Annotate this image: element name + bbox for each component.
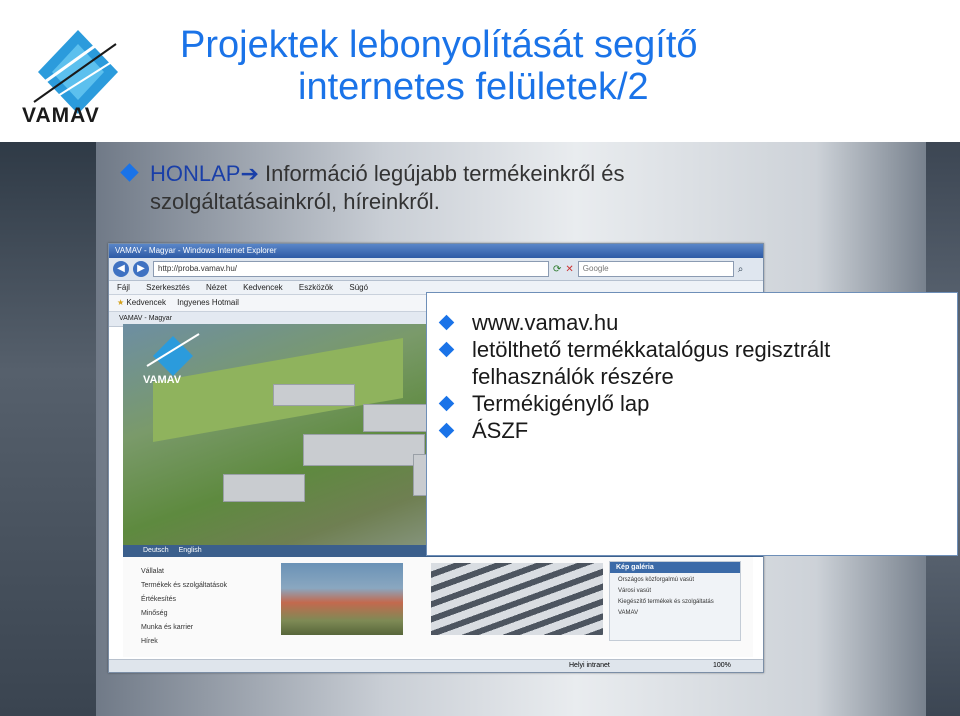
favorites-button[interactable]: Kedvencek <box>126 298 166 307</box>
site-photo-building[interactable] <box>281 563 403 635</box>
gallery-link[interactable]: Városi vasút <box>618 586 740 597</box>
headline-label: HONLAP <box>150 161 241 186</box>
overlay-item: www.vamav.hu <box>438 309 957 336</box>
browser-statusbar: Helyi intranet 100% <box>109 659 763 672</box>
overlay-item-text: Termékigénylő lap <box>472 391 650 416</box>
diamond-bullet-icon <box>438 341 455 358</box>
title-line-2-main: internetes felületek/ <box>298 66 628 108</box>
menu-item-view[interactable]: Nézet <box>206 283 227 292</box>
sidenav-item[interactable]: Értékesítés <box>141 593 227 607</box>
hero-building <box>273 384 355 406</box>
title-line-2: internetes felületek/2 <box>180 66 940 108</box>
stop-icon[interactable]: ✕ <box>565 264 573 275</box>
gallery-link[interactable]: Országos közforgalmú vasút <box>618 575 740 586</box>
site-photo-rails[interactable] <box>431 563 603 635</box>
slide: VAMAV Projektek lebonyolítását segítő in… <box>0 0 960 716</box>
overlay-item-text: letölthető termékkatalógus regisztrált f… <box>472 337 831 389</box>
diamond-bullet-icon <box>438 314 455 331</box>
overlay-item-text[interactable]: www.vamav.hu <box>472 310 618 335</box>
gallery-link[interactable]: VAMAV <box>618 608 740 619</box>
menu-item-edit[interactable]: Szerkesztés <box>146 283 190 292</box>
gallery-box: Kép galéria Országos közforgalmú vasút V… <box>609 561 741 641</box>
logo-text: VAMAV <box>22 104 100 127</box>
status-zone: Helyi intranet <box>569 662 610 669</box>
lang-deutsch[interactable]: Deutsch <box>143 547 169 554</box>
site-logo-text: VAMAV <box>143 374 182 386</box>
sidenav-item[interactable]: Termékek és szolgáltatások <box>141 579 227 593</box>
tab-vamav[interactable]: VAMAV - Magyar <box>119 315 172 322</box>
sidenav-item[interactable]: Hírek <box>141 635 227 649</box>
overlay-box: www.vamav.hu letölthető termékkatalógus … <box>426 292 958 556</box>
refresh-icon[interactable]: ⟳ <box>553 264 561 275</box>
url-field[interactable]: http://proba.vamav.hu/ <box>153 261 549 277</box>
menu-item-help[interactable]: Súgó <box>349 283 368 292</box>
site-lower-section: Vállalat Termékek és szolgáltatások Érté… <box>123 557 753 657</box>
overlay-item: letölthető termékkatalógus regisztrált f… <box>438 336 957 390</box>
diamond-bullet-icon <box>438 395 455 412</box>
gallery-header: Kép galéria <box>610 562 740 573</box>
gallery-link[interactable]: Kiegészítő termékek és szolgáltatás <box>618 597 740 608</box>
forward-icon[interactable]: ▶ <box>133 261 149 277</box>
diamond-bullet-icon <box>438 422 455 439</box>
site-sidenav: Vállalat Termékek és szolgáltatások Érté… <box>141 565 227 649</box>
sidenav-item[interactable]: Minőség <box>141 607 227 621</box>
headline-text-1: Információ legújabb termékeinkről és <box>258 161 625 186</box>
star-icon[interactable]: ★ <box>117 298 124 307</box>
search-input[interactable]: Google <box>577 261 734 277</box>
menu-item-tools[interactable]: Eszközök <box>299 283 333 292</box>
overlay-item-text: ÁSZF <box>472 418 529 443</box>
browser-addressbar: ◀ ▶ http://proba.vamav.hu/ ⟳ ✕ Google ⌕ <box>109 258 763 281</box>
site-logo-icon <box>146 333 200 376</box>
browser-titlebar: VAMAV - Magyar - Windows Internet Explor… <box>109 244 763 258</box>
fav-link-hotmail[interactable]: Ingyenes Hotmail <box>177 298 239 307</box>
overlay-item: ÁSZF <box>438 417 957 444</box>
headline-text-2: szolgáltatásainkról, híreinkről. <box>150 189 440 214</box>
title-line-2-num: 2 <box>627 66 649 108</box>
background-band-left <box>0 142 96 716</box>
search-icon[interactable]: ⌕ <box>738 264 744 275</box>
hero-building <box>303 434 425 466</box>
menu-item-file[interactable]: Fájl <box>117 283 130 292</box>
hero-building <box>223 474 305 502</box>
headline: HONLAP➔ Információ legújabb termékeinkrő… <box>120 160 910 216</box>
page-title: Projektek lebonyolítását segítő internet… <box>180 24 940 108</box>
arrow-right-icon: ➔ <box>240 161 259 186</box>
status-zoom[interactable]: 100% <box>713 660 731 672</box>
menu-item-favorites[interactable]: Kedvencek <box>243 283 283 292</box>
sidenav-item[interactable]: Vállalat <box>141 565 227 579</box>
lang-english[interactable]: English <box>179 547 202 554</box>
title-line-1: Projektek lebonyolítását segítő <box>180 24 698 66</box>
back-icon[interactable]: ◀ <box>113 261 129 277</box>
overlay-item: Termékigénylő lap <box>438 390 957 417</box>
sidenav-item[interactable]: Munka és karrier <box>141 621 227 635</box>
